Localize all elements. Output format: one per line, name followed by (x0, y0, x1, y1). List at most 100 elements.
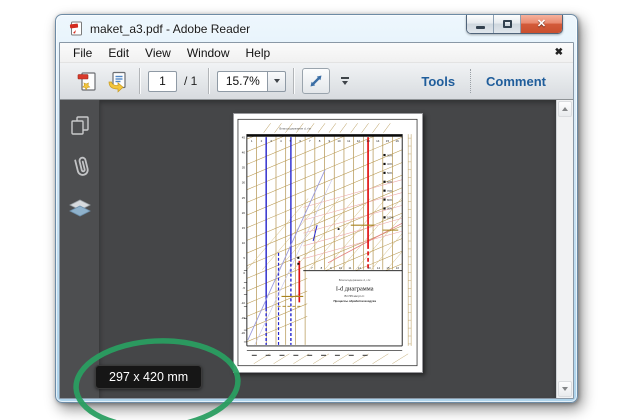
humidity-legend-label: 40% (387, 162, 393, 166)
top-axis-tick: 3 (270, 139, 272, 143)
arrow-up-icon (562, 107, 568, 111)
left-axis-tick: 35 (242, 166, 246, 170)
diagram-title: I-d диаграмма (336, 285, 374, 292)
page-thumbnails-button[interactable] (67, 112, 93, 138)
create-pdf-button[interactable] (72, 67, 102, 95)
zoom-level-input[interactable]: 15.7% (217, 70, 268, 92)
scroll-up-button[interactable] (558, 101, 572, 117)
arrow-down-icon (562, 387, 568, 391)
vertical-scrollbar[interactable] (556, 100, 573, 398)
left-axis-tick: 25 (242, 196, 246, 200)
page-size-tooltip: 297 x 420 mm (95, 365, 203, 389)
humidity-legend-label: 60% (387, 180, 393, 184)
comment-button[interactable]: Comment (471, 68, 561, 95)
email-button[interactable] (102, 67, 132, 95)
top-axis-tick: 14 (376, 139, 380, 143)
pdf-file-icon (69, 21, 82, 36)
humidity-legend-label: 90% (387, 207, 393, 211)
page-number-input[interactable] (148, 70, 177, 92)
left-axis-tick: 0 (243, 271, 245, 275)
page-thumbnails-icon (70, 116, 89, 135)
fit-to-window-button[interactable] (302, 68, 331, 94)
menu-close-icon[interactable]: ✖ (555, 47, 563, 58)
mid-axis-tick: 12 (358, 266, 362, 270)
caption-buttons: ✕ (466, 15, 563, 34)
mid-axis-tick: 14 (377, 266, 381, 270)
left-axis-tick: 5 (243, 256, 245, 260)
overflow-icon (341, 77, 350, 79)
attachments-button[interactable] (67, 154, 93, 180)
chevron-down-icon (273, 79, 280, 83)
paperclip-icon (73, 156, 89, 176)
close-icon: ✕ (536, 17, 547, 30)
navigation-sidebar (60, 100, 100, 398)
adobe-reader-window: maket_a3.pdf - Adobe Reader ✕ File Edit Vi… (55, 14, 578, 403)
close-button[interactable]: ✕ (521, 15, 562, 33)
menu-item-view[interactable]: View (137, 44, 179, 62)
mid-axis-tick: 16 (396, 266, 400, 270)
top-axis-tick: 12 (357, 139, 361, 143)
tools-button[interactable]: Tools (406, 68, 470, 95)
left-axis-tick: -15 (241, 316, 246, 320)
minimize-button[interactable] (467, 15, 494, 33)
left-axis-tick: 30 (242, 181, 246, 185)
mid-axis-tick: 10 (339, 266, 343, 270)
zoom-dropdown-button[interactable] (267, 70, 287, 92)
menu-item-file[interactable]: File (65, 44, 100, 62)
page-count-label: / 1 (184, 74, 198, 88)
left-axis-tick: 40 (242, 151, 246, 155)
menu-item-window[interactable]: Window (179, 44, 238, 62)
left-axis-tick: -5 (242, 286, 245, 290)
left-axis-tick: -20 (241, 331, 246, 335)
top-axis-tick: 1 (251, 139, 253, 143)
humidity-legend-label: 100% (387, 216, 394, 220)
scroll-down-button[interactable] (558, 381, 572, 397)
diagram-caption: Процессы обработки воздуха (333, 299, 376, 303)
maximize-icon (502, 20, 512, 28)
top-axis-tick: 7 (309, 139, 311, 143)
mid-axis-tick: 13 (367, 266, 371, 270)
screenshot-stage: maket_a3.pdf - Adobe Reader ✕ File Edit Vi… (0, 0, 640, 420)
toolbar: / 1 15.7% Tools (60, 63, 573, 100)
humidity-legend-label: 80% (387, 198, 393, 202)
maximize-button[interactable] (494, 15, 521, 33)
left-axis-tick: 20 (242, 211, 246, 215)
humidity-legend-label: 30% (387, 153, 393, 157)
diagram-box-subtitle: Влагосодержание d, г/кг (339, 278, 371, 282)
left-axis-tick: -10 (241, 301, 246, 305)
minimize-icon (475, 26, 485, 29)
toolbar-overflow-button[interactable] (336, 68, 354, 94)
document-canvas: 1 2 3 4 5 6 7 8 9 10 11 12 13 14 15 16 45 40 35 30 25 20 15 10 5… (100, 100, 556, 398)
top-axis-tick: 10 (337, 139, 341, 143)
content-area: 1 2 3 4 5 6 7 8 9 10 11 12 13 14 15 16 45 40 35 30 25 20 15 10 5… (60, 100, 573, 398)
top-axis-tick: 15 (386, 139, 390, 143)
top-axis-tick: 16 (396, 139, 400, 143)
top-axis-tick: 13 (366, 139, 370, 143)
toolbar-separator (208, 68, 211, 94)
resize-arrows-icon (310, 75, 322, 87)
email-icon (108, 71, 126, 93)
toolbar-separator (293, 68, 296, 94)
top-axis-tick: 4 (280, 139, 282, 143)
layers-button[interactable] (67, 196, 93, 222)
layers-icon (68, 199, 91, 217)
humidity-legend-label: 70% (387, 189, 393, 193)
window-title: maket_a3.pdf - Adobe Reader (90, 21, 251, 36)
menu-item-help[interactable]: Help (238, 44, 279, 62)
mid-axis-tick: 15 (386, 266, 390, 270)
diagram-pressure-note: В=745 мм рт.ст. (345, 294, 366, 298)
left-axis-tick: 45 (242, 136, 246, 140)
id-diagram-svg: 1 2 3 4 5 6 7 8 9 10 11 12 13 14 15 1645403530252015105… (237, 118, 418, 367)
mid-axis-tick: 7 (311, 266, 313, 270)
top-axis-tick: 2 (261, 139, 263, 143)
top-axis-tick: 11 (347, 139, 350, 143)
mid-axis-tick: 11 (349, 266, 352, 270)
top-axis-tick: 8 (319, 139, 321, 143)
pdf-page: 1 2 3 4 5 6 7 8 9 10 11 12 13 14 15 16 45 40 35 30 25 20 15 10 5… (233, 113, 423, 373)
mid-axis-tick: 8 (321, 266, 323, 270)
menu-bar: File Edit View Window Help ✖ (60, 43, 573, 63)
window-chrome: File Edit View Window Help ✖ 1 / 1 15.7%… (59, 42, 574, 399)
chevron-down-icon (342, 81, 349, 85)
left-axis-tick: 15 (242, 226, 246, 230)
menu-item-edit[interactable]: Edit (100, 44, 137, 62)
